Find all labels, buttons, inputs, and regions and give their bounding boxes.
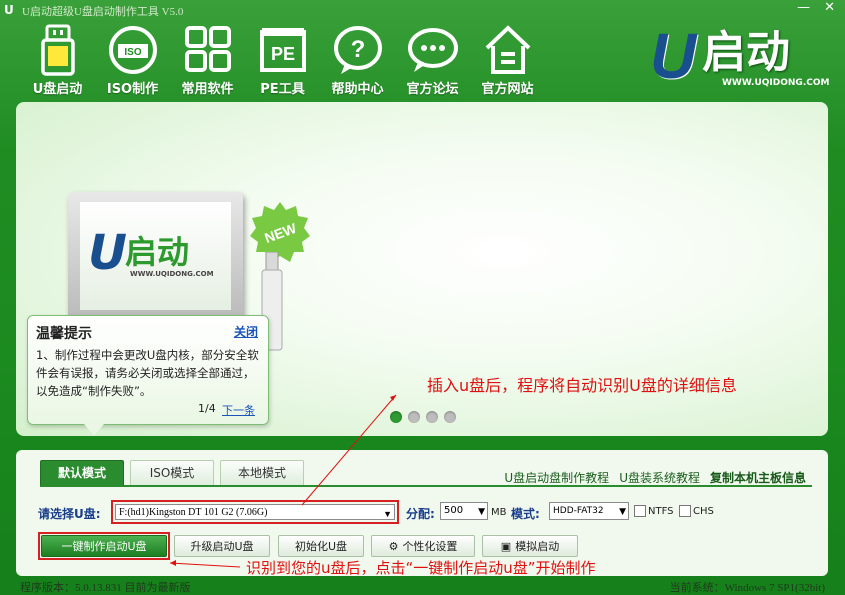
nav-usb-boot[interactable]: U盘启动 xyxy=(20,22,95,97)
brand-logo: U 启动 WWW.UQIDONG.COM xyxy=(650,24,835,94)
iso-disc-icon: ISO xyxy=(108,26,157,74)
tip-pager: 1/4 xyxy=(198,402,216,415)
chs-label: CHS xyxy=(693,505,714,517)
nav-pe-tool[interactable]: PE PE工具 xyxy=(245,22,320,97)
tip-next-link[interactable]: 下一条 xyxy=(222,402,255,418)
brand-name: 启动 xyxy=(702,27,790,78)
ntfs-checkbox-box[interactable] xyxy=(634,505,646,517)
close-button[interactable]: ✕ xyxy=(824,0,835,15)
nav-label: 官方论坛 xyxy=(406,82,459,97)
gear-icon: ⚙ xyxy=(388,540,399,553)
upgrade-usb-button[interactable]: 升级启动U盘 xyxy=(174,535,270,557)
laptop-logo-text: 启动 xyxy=(125,233,190,271)
tip-popup: 温馨提示 关闭 1、制作过程中会更改U盘内核，部分安全软件会有误报，请务必关闭或… xyxy=(27,315,269,436)
mode-label: 模式: xyxy=(511,507,540,521)
help-links: U盘启动盘制作教程 U盘装系统教程 复制本机主板信息 xyxy=(504,469,806,486)
usb-select-highlight: F:(hd1)Kingston DT 101 G2 (7.06G) ▼ xyxy=(111,500,399,524)
title-bar: U U启动超级U盘启动制作工具 V5.0 — ✕ xyxy=(0,0,845,20)
laptop-logo-u: U xyxy=(88,225,127,281)
select-usb-label: 请选择U盘: xyxy=(38,507,101,521)
main-nav: U盘启动 ISO ISO制作 常用软件 PE PE工具 ? 帮助中心 官方论坛 … xyxy=(20,22,545,97)
chevron-down-icon: ▼ xyxy=(383,509,392,519)
make-usb-button[interactable]: 一键制作启动U盘 xyxy=(41,535,167,557)
alloc-label: 分配: xyxy=(406,507,435,521)
carousel-dot[interactable] xyxy=(390,411,402,423)
ntfs-label: NTFS xyxy=(648,505,674,517)
app-window: U U启动超级U盘启动制作工具 V5.0 — ✕ U盘启动 ISO ISO制作 xyxy=(0,0,845,595)
alloc-value: 500 xyxy=(444,505,464,516)
tab-default-mode[interactable]: 默认模式 xyxy=(40,460,124,485)
version-status: 程序版本：5.0.13.831 目前为最新版 xyxy=(20,582,191,594)
nav-forum[interactable]: 官方论坛 xyxy=(395,22,470,97)
tip-close-link[interactable]: 关闭 xyxy=(234,323,258,340)
copy-board-info-link[interactable]: 复制本机主板信息 xyxy=(710,469,806,486)
system-status: 当前系统：Windows 7 SP1(32bit) xyxy=(669,582,825,594)
tip-tail xyxy=(84,424,104,436)
nav-software[interactable]: 常用软件 xyxy=(170,22,245,97)
usb-select[interactable]: F:(hd1)Kingston DT 101 G2 (7.06G) ▼ xyxy=(115,504,395,520)
home-icon xyxy=(485,25,530,74)
nav-label: 常用软件 xyxy=(181,82,234,97)
make-annotation: 识别到您的u盘后，点击“一键制作启动u盘”开始制作 xyxy=(246,559,596,577)
personalize-label: 个性化设置 xyxy=(402,540,458,553)
install-tutorial-link[interactable]: U盘装系统教程 xyxy=(619,469,700,486)
chs-checkbox-box[interactable] xyxy=(679,505,691,517)
laptop-illustration: U 启动 WWW.UQIDONG.COM xyxy=(68,192,243,322)
nav-iso[interactable]: ISO ISO制作 xyxy=(95,22,170,97)
usb-select-value: F:(hd1)Kingston DT 101 G2 (7.06G) xyxy=(119,507,268,518)
pe-tool-icon: PE xyxy=(259,28,306,72)
svg-text:PE: PE xyxy=(270,44,294,64)
brand-url: WWW.UQIDONG.COM xyxy=(722,78,830,88)
ntfs-checkbox[interactable]: NTFS xyxy=(634,505,674,517)
laptop-logo-url: WWW.UQIDONG.COM xyxy=(130,270,214,278)
chevron-down-icon: ▼ xyxy=(478,507,485,517)
tip-body: 1、制作过程中会更改U盘内核，部分安全软件会有误报，请务必关闭或选择全部通过，以… xyxy=(36,348,259,398)
tab-local-mode[interactable]: 本地模式 xyxy=(220,460,304,485)
insert-usb-annotation: 插入u盘后，程序将自动识别U盘的详细信息 xyxy=(427,376,737,395)
usb-tutorial-link[interactable]: U盘启动盘制作教程 xyxy=(504,469,609,486)
carousel-dot[interactable] xyxy=(408,411,420,423)
nav-label: U盘启动 xyxy=(32,82,83,97)
chevron-down-icon: ▼ xyxy=(619,507,626,517)
tab-iso-mode[interactable]: ISO模式 xyxy=(130,460,214,485)
usb-drive-icon xyxy=(40,24,75,76)
chs-checkbox[interactable]: CHS xyxy=(679,505,714,517)
carousel-dots xyxy=(390,411,456,423)
tab-underline xyxy=(40,485,812,487)
monitor-icon: ▣ xyxy=(500,540,512,553)
brand-u: U xyxy=(650,20,697,92)
mode-value: HDD-FAT32 xyxy=(553,506,604,516)
nav-help[interactable]: ? 帮助中心 xyxy=(320,22,395,97)
personalize-button[interactable]: ⚙ 个性化设置 xyxy=(371,535,475,557)
simulate-boot-button[interactable]: ▣ 模拟启动 xyxy=(482,535,578,557)
carousel-dot[interactable] xyxy=(426,411,438,423)
nav-label: PE工具 xyxy=(260,82,305,97)
nav-label: 官方网站 xyxy=(481,82,534,97)
carousel-dot[interactable] xyxy=(444,411,456,423)
window-title: U启动超级U盘启动制作工具 V5.0 xyxy=(22,6,184,18)
svg-text:ISO: ISO xyxy=(124,47,141,58)
init-usb-button[interactable]: 初始化U盘 xyxy=(278,535,364,557)
nav-label: 帮助中心 xyxy=(331,82,384,97)
alloc-select[interactable]: 500 ▼ xyxy=(440,502,488,520)
mode-select[interactable]: HDD-FAT32 ▼ xyxy=(549,502,629,520)
app-logo-icon: U xyxy=(4,3,14,17)
svg-text:?: ? xyxy=(350,36,365,63)
tip-title: 温馨提示 xyxy=(36,326,92,342)
alloc-unit: MB xyxy=(491,507,507,518)
grid-apps-icon xyxy=(184,26,231,72)
nav-label: ISO制作 xyxy=(106,82,159,97)
nav-website[interactable]: 官方网站 xyxy=(470,22,545,97)
simulate-label: 模拟启动 xyxy=(515,540,560,553)
minimize-button[interactable]: — xyxy=(797,0,810,15)
help-icon: ? xyxy=(333,26,382,74)
forum-chat-icon xyxy=(407,28,458,72)
